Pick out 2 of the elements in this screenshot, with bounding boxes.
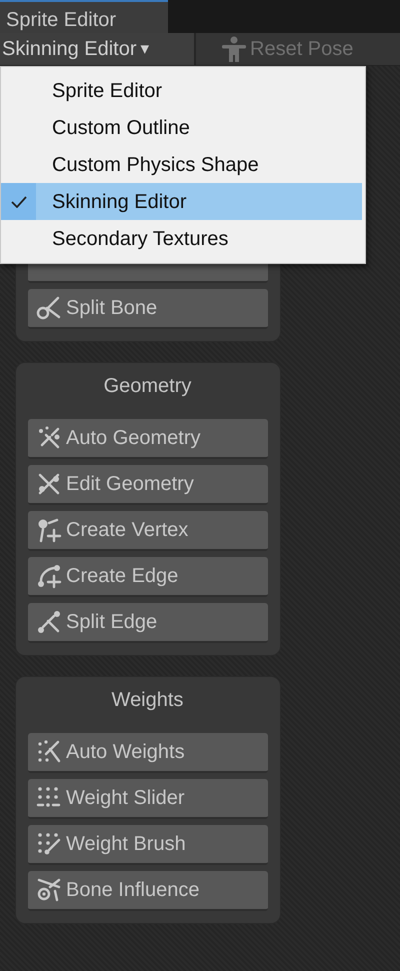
panel-title: Geometry (102, 374, 192, 399)
panel-title: Weights (110, 688, 184, 713)
